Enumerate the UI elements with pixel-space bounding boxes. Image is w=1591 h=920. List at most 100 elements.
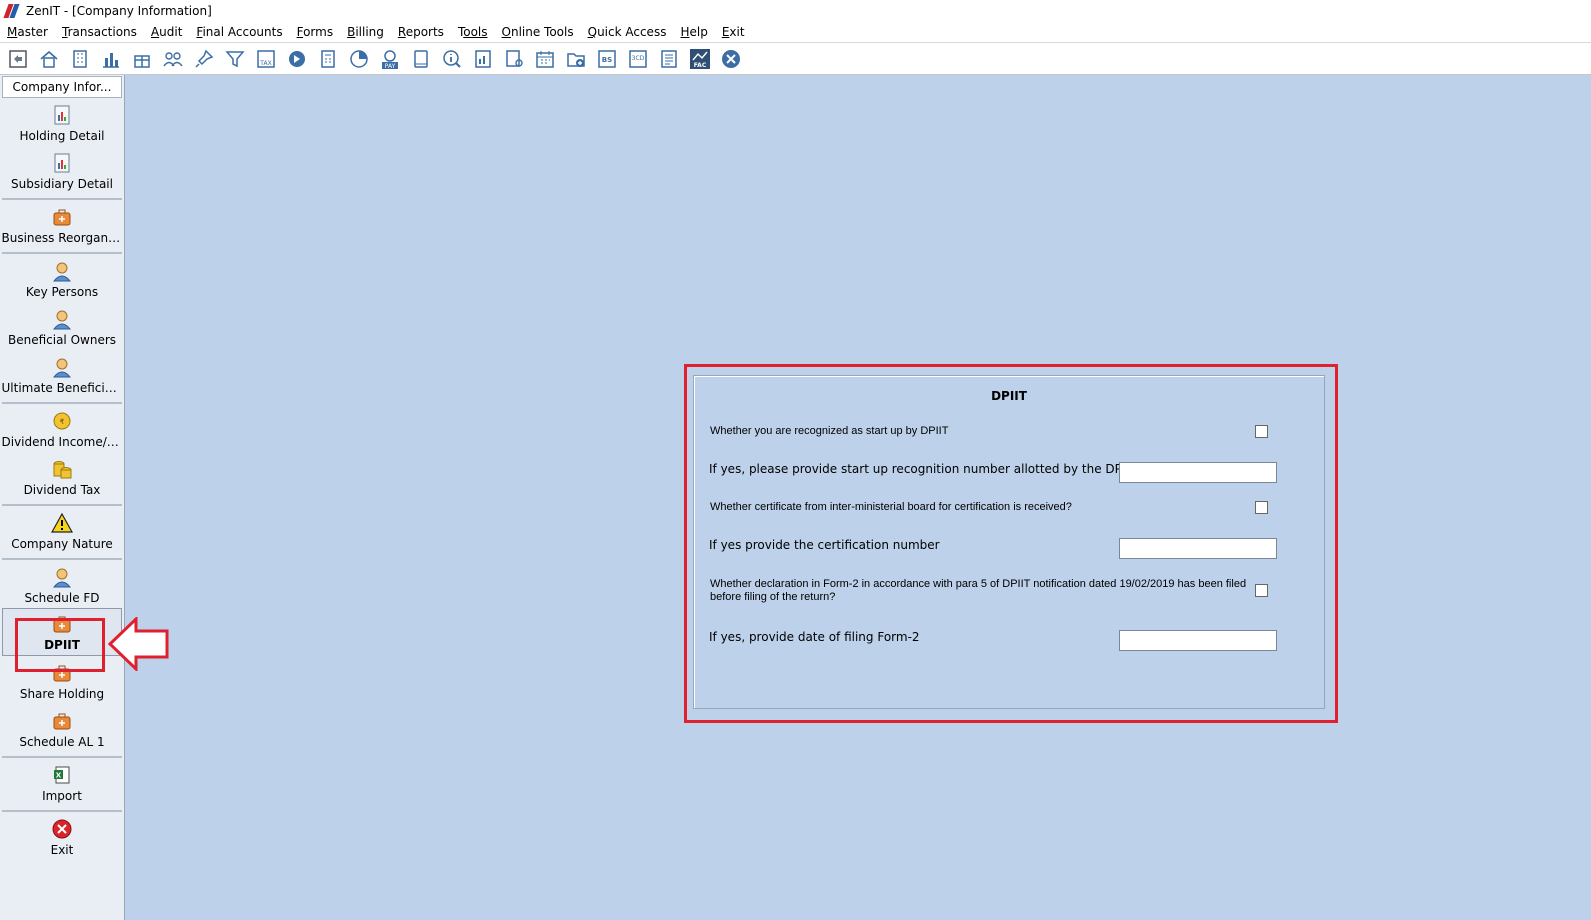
- sidebar-header[interactable]: Company Infor...: [2, 76, 122, 98]
- user-report-icon[interactable]: [500, 45, 527, 73]
- warning-icon: [51, 512, 73, 533]
- pin-icon[interactable]: [190, 45, 217, 73]
- sidebar-item-beneficial-owners[interactable]: Beneficial Owners: [2, 302, 122, 350]
- person-icon: [52, 568, 72, 588]
- menu-final-accounts[interactable]: Final Accounts: [196, 25, 282, 39]
- question-certificate-received: Whether certificate from inter-ministeri…: [710, 501, 1072, 513]
- panel-title: DPIIT: [991, 389, 1027, 403]
- sidebar-item-import[interactable]: X Import: [2, 758, 122, 806]
- menu-tools[interactable]: Tools: [458, 25, 488, 39]
- report-sheet-icon: [54, 153, 70, 173]
- gift-icon[interactable]: [128, 45, 155, 73]
- menu-reports[interactable]: Reports: [398, 25, 444, 39]
- svg-text:3CD: 3CD: [631, 55, 644, 62]
- startup-recognized-checkbox[interactable]: [1255, 425, 1268, 438]
- sidebar-item-company-nature[interactable]: Company Nature: [2, 506, 122, 554]
- svg-text:₹: ₹: [60, 418, 65, 426]
- person-icon: [52, 358, 72, 378]
- menu-help[interactable]: Help: [680, 25, 707, 39]
- menu-exit[interactable]: Exit: [722, 25, 745, 39]
- svg-text:PAY: PAY: [384, 63, 395, 70]
- question-form2-declaration-line2: before filing of the return?: [710, 591, 836, 603]
- sidebar-item-schedule-al-1[interactable]: Schedule AL 1: [2, 704, 122, 752]
- sidebar-item-dividend-income[interactable]: ₹ Dividend Income/P...: [2, 404, 122, 452]
- report-sheet-icon: [54, 105, 70, 125]
- tax-icon[interactable]: TAX: [252, 45, 279, 73]
- home-icon[interactable]: [35, 45, 62, 73]
- svg-text:X: X: [56, 772, 62, 780]
- menu-master[interactable]: Master: [7, 25, 48, 39]
- menu-audit[interactable]: Audit: [151, 25, 182, 39]
- sidebar-group-dividend: ₹ Dividend Income/P... Dividend Tax: [2, 404, 122, 506]
- question-startup-recognized: Whether you are recognized as start up b…: [710, 425, 949, 437]
- sidebar-group-import: X Import: [2, 758, 122, 812]
- svg-text:TAX: TAX: [259, 60, 271, 67]
- sidebar-item-subsidiary-detail[interactable]: Subsidiary Detail: [2, 146, 122, 194]
- excel-icon: X: [54, 766, 70, 784]
- certificate-received-checkbox[interactable]: [1255, 501, 1268, 514]
- building-icon[interactable]: [66, 45, 93, 73]
- question-certification-number: If yes provide the certification number: [709, 538, 940, 552]
- dpiit-panel: DPIIT Whether you are recognized as star…: [693, 375, 1325, 709]
- pie-chart-icon[interactable]: [345, 45, 372, 73]
- report-icon[interactable]: [469, 45, 496, 73]
- calculator-icon[interactable]: [314, 45, 341, 73]
- coins-icon: [53, 461, 72, 479]
- sidebar-group-reorg: Business Reorganis...: [2, 200, 122, 254]
- sidebar-item-schedule-fd[interactable]: Schedule FD: [2, 560, 122, 608]
- form2-declaration-checkbox[interactable]: [1255, 584, 1268, 597]
- form2-date-input[interactable]: [1119, 630, 1277, 651]
- bar-chart-icon[interactable]: [97, 45, 124, 73]
- folder-add-icon[interactable]: [562, 45, 589, 73]
- filter-icon[interactable]: [221, 45, 248, 73]
- person-icon: [52, 310, 72, 330]
- menu-billing[interactable]: Billing: [347, 25, 384, 39]
- svg-text:FAC: FAC: [693, 62, 706, 69]
- sidebar-group-nature: Company Nature: [2, 506, 122, 560]
- sidebar-item-key-persons[interactable]: Key Persons: [2, 254, 122, 302]
- sidebar-item-ultimate-beneficial[interactable]: Ultimate Beneficial ...: [2, 350, 122, 398]
- menu-transactions[interactable]: Transactions: [62, 25, 137, 39]
- info-icon[interactable]: [438, 45, 465, 73]
- question-form2-declaration: Whether declaration in Form-2 in accorda…: [710, 578, 1247, 590]
- close-circle-icon[interactable]: [717, 45, 744, 73]
- document-icon[interactable]: [655, 45, 682, 73]
- zenit-logo-icon: [4, 3, 20, 19]
- sidebar-group-persons: Key Persons Beneficial Owners Ultimate B…: [2, 254, 122, 404]
- 3cd-icon[interactable]: 3CD: [624, 45, 651, 73]
- person-icon: [52, 262, 72, 282]
- pointer-arrow-icon: [108, 617, 169, 671]
- briefcase-icon: [53, 713, 71, 730]
- sidebar-group-exit: Exit: [2, 812, 122, 864]
- bs-icon[interactable]: BS: [593, 45, 620, 73]
- arrow-circle-icon[interactable]: [283, 45, 310, 73]
- sidebar: Company Infor... Holding Detail Subsidia…: [0, 75, 125, 920]
- close-red-icon: [52, 819, 72, 839]
- sidebar-item-exit[interactable]: Exit: [2, 812, 122, 860]
- pay-icon[interactable]: PAY: [376, 45, 403, 73]
- menu-quick-access[interactable]: Quick Access: [588, 25, 667, 39]
- sidebar-item-business-reorganisation[interactable]: Business Reorganis...: [2, 200, 122, 248]
- menu-bar: Master Transactions Audit Final Accounts…: [0, 22, 1591, 43]
- book-icon[interactable]: [407, 45, 434, 73]
- recognition-number-input[interactable]: [1119, 462, 1277, 483]
- fac-icon[interactable]: FAC: [686, 45, 713, 73]
- title-bar: ZenIT - [Company Information]: [0, 0, 1591, 22]
- menu-online-tools[interactable]: Online Tools: [502, 25, 574, 39]
- question-form2-date: If yes, provide date of filing Form-2: [709, 630, 920, 644]
- group-icon[interactable]: [159, 45, 186, 73]
- money-bag-icon: ₹: [53, 412, 71, 430]
- svg-text:BS: BS: [601, 56, 611, 64]
- question-recognition-number: If yes, please provide start up recognit…: [709, 462, 1137, 476]
- menu-forms[interactable]: Forms: [297, 25, 334, 39]
- sidebar-item-dividend-tax[interactable]: Dividend Tax: [2, 452, 122, 500]
- sidebar-group-holding: Holding Detail Subsidiary Detail: [2, 98, 122, 200]
- return-icon[interactable]: [4, 45, 31, 73]
- briefcase-icon: [53, 209, 71, 226]
- calendar-icon[interactable]: [531, 45, 558, 73]
- certification-number-input[interactable]: [1119, 538, 1277, 559]
- sidebar-item-holding-detail[interactable]: Holding Detail: [2, 98, 122, 146]
- toolbar: TAX PAY BS 3CD FAC: [0, 43, 1591, 75]
- window-title: ZenIT - [Company Information]: [26, 4, 212, 18]
- dpiit-highlight-box: [15, 618, 105, 672]
